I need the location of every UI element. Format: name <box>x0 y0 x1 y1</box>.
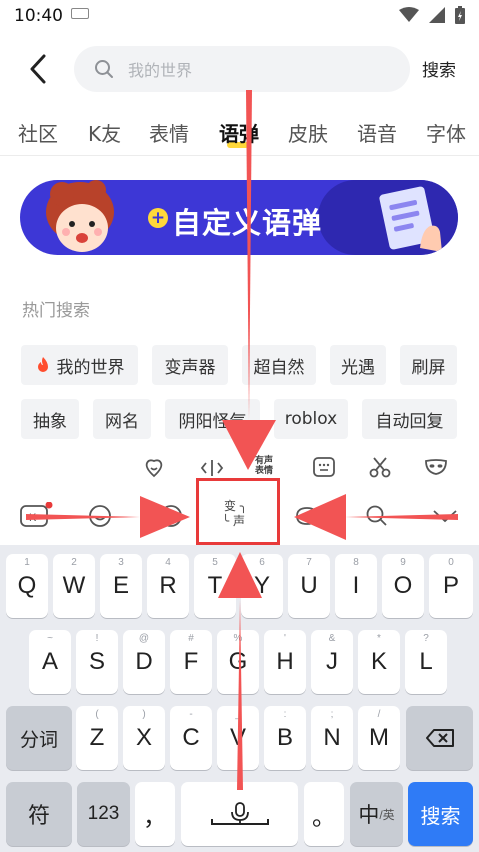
highlight-box <box>196 478 280 545</box>
document-hand-icon <box>379 186 442 252</box>
smile-icon[interactable] <box>88 504 112 528</box>
symbol-key[interactable]: 符 <box>6 782 72 846</box>
wifi-icon <box>399 7 419 22</box>
lang-sub: /英 <box>379 807 395 822</box>
key-w[interactable]: 2W <box>53 554 95 618</box>
category-tabs: 社区 K友 表情 语弹 皮肤 语音 字体 <box>0 112 479 156</box>
cartoon-girl-icon <box>46 180 114 252</box>
tab-skins[interactable]: 皮肤 <box>288 118 328 147</box>
segment-key[interactable]: 分词 <box>6 706 72 770</box>
hot-search-chip[interactable]: roblox <box>274 399 348 439</box>
key-o[interactable]: 9O <box>382 554 424 618</box>
search-row: 我的世界 搜索 <box>0 44 479 96</box>
search-icon <box>95 60 113 78</box>
key-h[interactable]: ' H <box>264 630 306 694</box>
search-key[interactable]: 搜索 <box>408 782 473 846</box>
key-e[interactable]: 3E <box>100 554 142 618</box>
tab-kfriends[interactable]: K友 <box>88 118 121 147</box>
keyboard-indicator-icon <box>71 7 89 19</box>
custom-phrase-banner[interactable]: + 自定义语弹 <box>20 180 458 255</box>
hot-search-chip[interactable]: 抽象 <box>21 399 79 439</box>
svg-text:K: K <box>29 512 37 524</box>
key-z[interactable]: (Z <box>76 706 118 770</box>
hot-search-chip[interactable]: 变声器 <box>152 345 228 385</box>
search-button[interactable]: 搜索 <box>422 56 456 81</box>
chip-label: 我的世界 <box>56 357 125 378</box>
keyboard-search-icon[interactable] <box>365 504 389 528</box>
key-s[interactable]: ! S <box>76 630 118 694</box>
fire-icon <box>37 357 48 372</box>
status-icons <box>399 6 465 24</box>
status-bar: 10:40 <box>0 0 479 32</box>
banner-title: 自定义语弹 <box>172 206 323 240</box>
scissors-icon[interactable] <box>369 456 391 478</box>
key-g[interactable]: % G <box>217 630 259 694</box>
language-switch-key[interactable]: 中/英 <box>350 782 403 846</box>
search-input[interactable]: 我的世界 <box>74 46 410 92</box>
key-p[interactable]: 0P <box>429 554 473 618</box>
cursor-move-icon[interactable] <box>200 457 224 479</box>
key-i[interactable]: 8I <box>335 554 377 618</box>
hot-search-chip[interactable]: 我的世界 <box>21 345 138 385</box>
key-j[interactable]: & J <box>311 630 353 694</box>
space-voice-key[interactable] <box>181 782 298 846</box>
comma-key[interactable]: ， <box>135 782 175 846</box>
keyboard: 1Q 2W 3E 4R 5T 6Y 7U 8I 9O 0P ~ A ! S @ D #… <box>0 545 479 852</box>
voice-emoji-label-bottom: 表情 <box>255 466 274 476</box>
voice-emoji-label-top: 有声 <box>255 456 274 466</box>
key-m[interactable]: / M <box>358 706 400 770</box>
hot-search-title: 热门搜索 <box>22 301 90 321</box>
tab-fonts[interactable]: 字体 <box>426 118 466 147</box>
key-x[interactable]: ) X <box>123 706 165 770</box>
key-d[interactable]: @ D <box>123 630 165 694</box>
key-a[interactable]: ~ A <box>29 630 71 694</box>
key-n[interactable]: ; N <box>311 706 353 770</box>
collapse-keyboard-icon[interactable] <box>432 508 458 524</box>
game-icon[interactable] <box>294 504 320 528</box>
voice-emoji-button[interactable]: 有声 表情 <box>255 456 273 476</box>
period-key[interactable]: 。 <box>304 782 344 846</box>
hot-search-chip[interactable]: 自动回复 <box>362 399 457 439</box>
hot-search-chip[interactable]: 阴阳怪气 <box>165 399 260 439</box>
hot-search-chip[interactable]: 刷屏 <box>400 345 457 385</box>
key-q[interactable]: 1Q <box>6 554 48 618</box>
lang-main: 中 <box>358 804 380 827</box>
mask-icon[interactable] <box>424 458 448 476</box>
key-t[interactable]: 5T <box>194 554 236 618</box>
hot-search-chip[interactable]: 光遇 <box>330 345 386 385</box>
k-logo-icon[interactable]: K <box>20 502 54 528</box>
plus-icon: + <box>148 208 168 228</box>
key-r[interactable]: 4R <box>147 554 189 618</box>
key-f[interactable]: # F <box>170 630 212 694</box>
battery-icon <box>455 6 465 24</box>
key-l[interactable]: ? L <box>405 630 447 694</box>
microphone-icon <box>210 802 269 825</box>
search-placeholder: 我的世界 <box>128 61 193 80</box>
chat-bubble-icon[interactable] <box>159 504 183 528</box>
key-k[interactable]: * K <box>358 630 400 694</box>
backspace-key[interactable] <box>406 706 473 770</box>
hot-search-chip[interactable]: 超自然 <box>242 345 316 385</box>
backspace-icon <box>425 729 454 747</box>
signal-icon <box>429 7 445 23</box>
tab-stickers[interactable]: 表情 <box>149 118 189 147</box>
tab-voice[interactable]: 语音 <box>357 118 397 147</box>
number-key[interactable]: 123 <box>77 782 130 846</box>
tab-community[interactable]: 社区 <box>18 118 58 147</box>
key-v[interactable]: _ V <box>217 706 259 770</box>
key-c[interactable]: -C <box>170 706 212 770</box>
emoji-icon[interactable] <box>143 457 165 479</box>
key-y[interactable]: 6Y <box>241 554 283 618</box>
key-b[interactable]: :B <box>264 706 306 770</box>
tab-quick-phrases[interactable]: 语弹 <box>219 118 259 147</box>
key-u[interactable]: 7U <box>288 554 330 618</box>
keyboard-icon[interactable] <box>313 457 335 477</box>
status-time: 10:40 <box>14 6 63 26</box>
back-button[interactable] <box>24 52 54 86</box>
back-arrow-icon <box>30 54 46 84</box>
hot-search-chip[interactable]: 网名 <box>93 399 151 439</box>
